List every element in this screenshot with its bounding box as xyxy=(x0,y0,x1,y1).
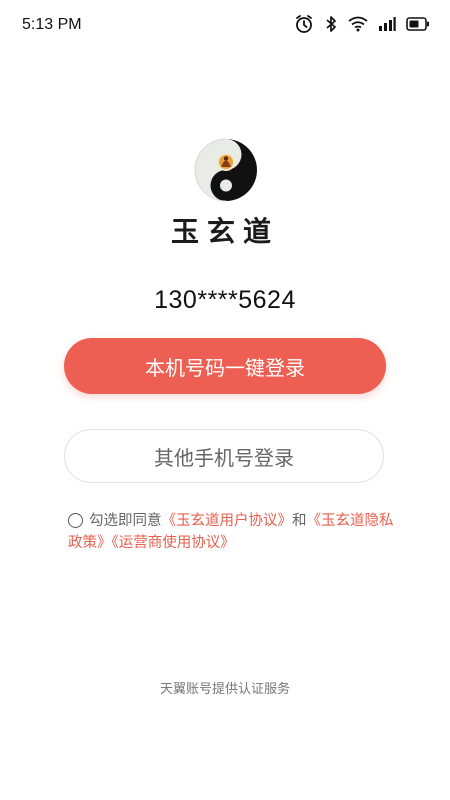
alarm-icon xyxy=(294,14,314,34)
status-time: 5:13 PM xyxy=(22,16,82,33)
other-phone-login-button[interactable]: 其他手机号登录 xyxy=(64,429,384,483)
auth-provider-note: 天翼账号提供认证服务 xyxy=(159,682,290,697)
battery-icon xyxy=(406,17,430,31)
yin-yang-logo xyxy=(194,138,258,202)
operator-agreement-link[interactable]: 《运营商使用协议》 xyxy=(112,535,235,551)
agreement-and: 和 xyxy=(292,513,307,529)
agreement-checkbox[interactable] xyxy=(68,513,83,528)
one-click-login-button[interactable]: 本机号码一键登录 xyxy=(64,338,386,394)
bluetooth-icon xyxy=(324,14,338,34)
status-icons xyxy=(294,14,430,34)
app-name: 玉玄道 xyxy=(170,215,279,248)
masked-phone-number: 130****5624 xyxy=(154,286,296,314)
agreement-text: 勾选即同意《玉玄道用户协议》和《玉玄道隐私政策》《运营商使用协议》 xyxy=(68,510,398,554)
wifi-icon xyxy=(348,16,368,32)
signal-icon xyxy=(378,16,396,32)
status-bar: 5:13 PM xyxy=(0,0,450,52)
user-agreement-link[interactable]: 《玉玄道用户协议》 xyxy=(162,513,293,529)
agreement-prefix: 勾选即同意 xyxy=(89,513,162,529)
